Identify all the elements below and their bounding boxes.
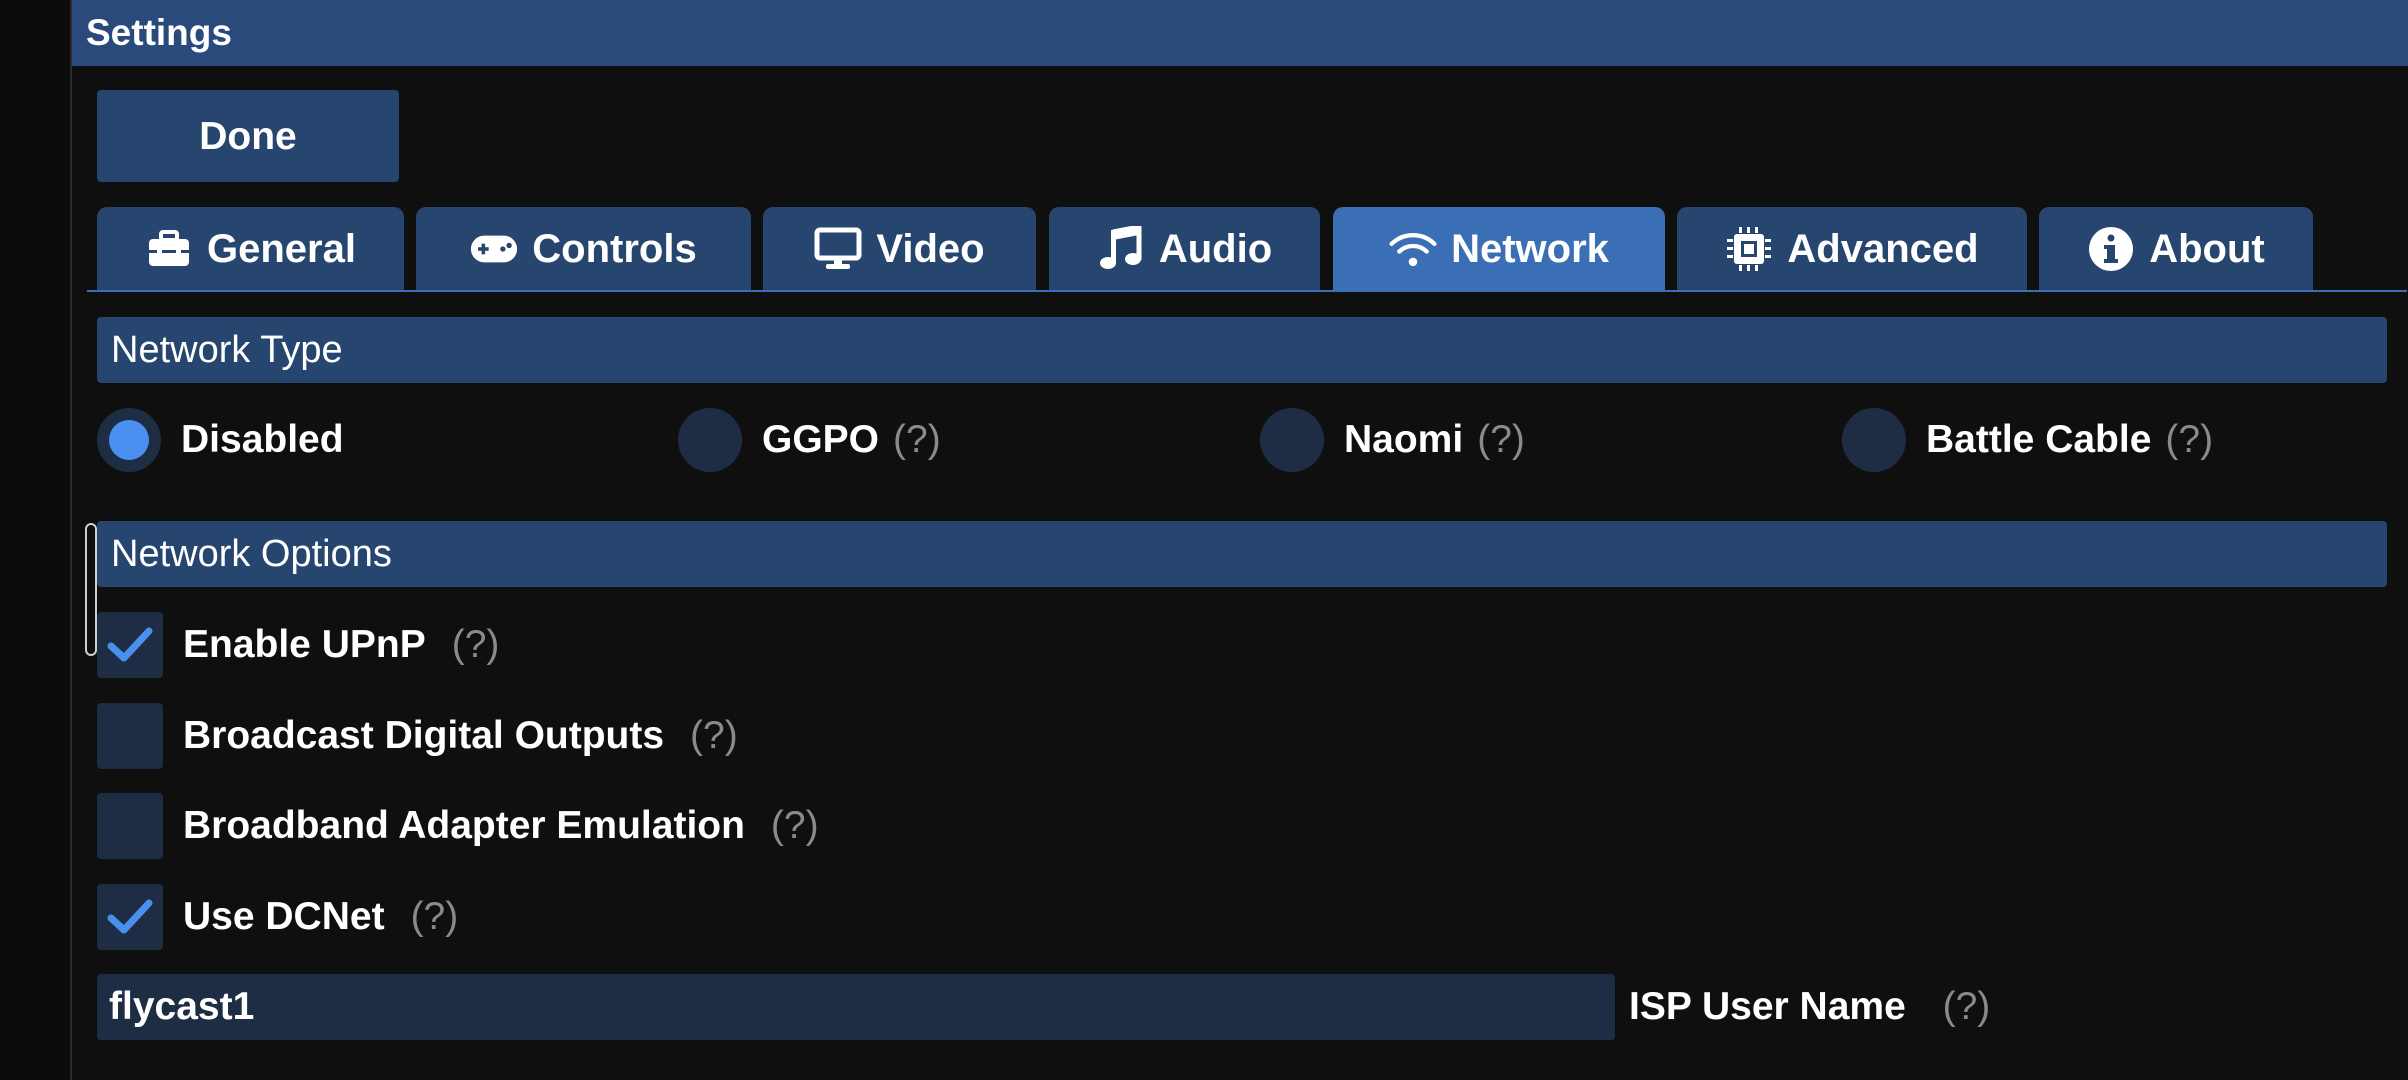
checkbox-box[interactable]	[97, 612, 163, 678]
tab-label: Audio	[1158, 226, 1273, 271]
help-marker[interactable]: (?)	[2165, 418, 2213, 462]
radio-circle[interactable]	[97, 408, 161, 472]
tab-general[interactable]: General	[97, 207, 404, 291]
chip-icon	[1725, 227, 1773, 271]
isp-user-name-row-label: ISP User Name (?)	[1629, 974, 1990, 1040]
radio-circle[interactable]	[1260, 408, 1324, 472]
monitor-icon	[814, 227, 862, 271]
settings-window: Settings Done General Controls Video Aud…	[70, 0, 2408, 1080]
tab-video[interactable]: Video	[763, 207, 1036, 291]
tab-about[interactable]: About	[2039, 207, 2313, 291]
checkmark-icon	[107, 899, 153, 934]
radio-naomi[interactable]: Naomi (?)	[1260, 405, 1525, 475]
checkbox-label: Use DCNet	[183, 895, 385, 938]
help-marker[interactable]: (?)	[452, 623, 500, 667]
isp-user-name-input[interactable]	[97, 974, 1615, 1040]
done-button[interactable]: Done	[97, 90, 399, 182]
scrollbar-thumb[interactable]	[85, 523, 97, 656]
tab-label: About	[2149, 226, 2265, 271]
help-marker[interactable]: (?)	[690, 714, 738, 758]
help-marker[interactable]: (?)	[1477, 418, 1525, 462]
network-type-radio-group: Disabled GGPO (?) Naomi (?) Battle Cable…	[97, 405, 2397, 475]
radio-label: Disabled	[181, 418, 344, 461]
checkbox-broadband-adapter-emulation[interactable]: Broadband Adapter Emulation (?)	[97, 793, 819, 859]
radio-disabled[interactable]: Disabled	[97, 405, 344, 475]
wifi-icon	[1389, 227, 1437, 271]
radio-label: GGPO	[762, 418, 880, 461]
checkbox-box[interactable]	[97, 884, 163, 950]
isp-user-name-label: ISP User Name	[1629, 985, 1906, 1028]
info-icon	[2087, 227, 2135, 271]
checkbox-box[interactable]	[97, 793, 163, 859]
tab-audio[interactable]: Audio	[1049, 207, 1320, 291]
tab-label: Network	[1451, 226, 1609, 271]
tab-advanced[interactable]: Advanced	[1677, 207, 2027, 291]
tab-label: General	[207, 226, 356, 271]
help-marker[interactable]: (?)	[893, 418, 941, 462]
checkbox-label: Enable UPnP	[183, 623, 426, 666]
radio-circle[interactable]	[678, 408, 742, 472]
checkmark-icon	[107, 627, 153, 662]
gamepad-icon	[470, 227, 518, 271]
radio-label: Battle Cable	[1926, 418, 2152, 461]
help-marker[interactable]: (?)	[411, 895, 459, 939]
checkbox-label: Broadband Adapter Emulation	[183, 804, 745, 847]
toolbox-icon	[145, 227, 193, 271]
window-title: Settings	[72, 0, 2408, 66]
help-marker[interactable]: (?)	[771, 804, 819, 848]
network-options-header: Network Options	[97, 521, 2387, 587]
checkbox-use-dcnet[interactable]: Use DCNet (?)	[97, 884, 458, 950]
radio-circle[interactable]	[1842, 408, 1906, 472]
tab-label: Controls	[532, 226, 697, 271]
network-type-header: Network Type	[97, 317, 2387, 383]
radio-battle-cable[interactable]: Battle Cable (?)	[1842, 405, 2213, 475]
checkbox-enable-upnp[interactable]: Enable UPnP (?)	[97, 612, 499, 678]
tab-controls[interactable]: Controls	[416, 207, 751, 291]
checkbox-label: Broadcast Digital Outputs	[183, 714, 665, 757]
music-note-icon	[1097, 226, 1145, 271]
radio-label: Naomi	[1344, 418, 1464, 461]
tab-label: Video	[876, 226, 985, 271]
checkbox-box[interactable]	[97, 703, 163, 769]
tab-underline	[87, 290, 2407, 292]
checkbox-broadcast-digital-outputs[interactable]: Broadcast Digital Outputs (?)	[97, 703, 738, 769]
help-marker[interactable]: (?)	[1943, 985, 1991, 1028]
radio-ggpo[interactable]: GGPO (?)	[678, 405, 941, 475]
tab-label: Advanced	[1787, 226, 1979, 271]
tab-network[interactable]: Network	[1333, 207, 1665, 291]
